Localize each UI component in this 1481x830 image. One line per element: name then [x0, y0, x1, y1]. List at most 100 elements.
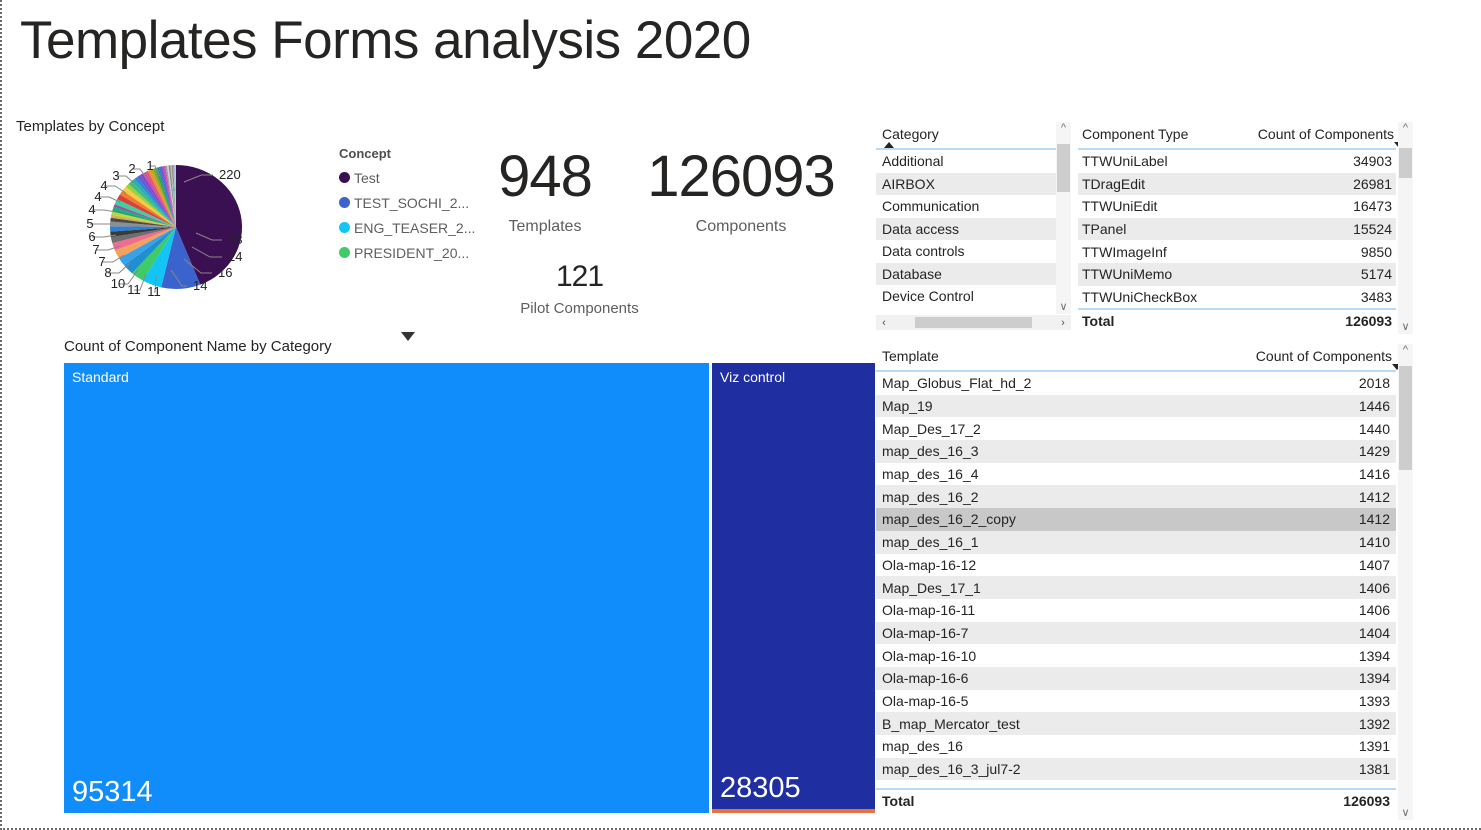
chevron-down-icon[interactable]: ∨	[1401, 807, 1409, 820]
table-row[interactable]: TTWUniLabel34903	[1078, 150, 1396, 173]
total-value: 126093	[1237, 313, 1392, 329]
chevron-up-icon[interactable]: ^	[1061, 122, 1066, 135]
template-table-total-row: Total 126093	[876, 788, 1396, 812]
chevron-up-icon[interactable]: ^	[1403, 122, 1408, 135]
scrollbar-thumb[interactable]	[1399, 366, 1412, 470]
scrollbar-thumb[interactable]	[915, 317, 1032, 328]
pie-chart[interactable]: 2204824161411111087765444321	[66, 140, 316, 315]
table-row[interactable]: TTWUniEdit16473	[1078, 195, 1396, 218]
table-row[interactable]: TTWImageInf9850	[1078, 240, 1396, 263]
table-row[interactable]: TTWUniCheckBox3483	[1078, 286, 1396, 309]
treemap-tile-standard[interactable]: Standard 95314	[64, 363, 709, 813]
template-count: 1406	[1237, 580, 1390, 596]
scrollbar-thumb[interactable]	[1399, 148, 1412, 178]
table-row[interactable]: map_des_16_2_copy1412	[876, 508, 1396, 531]
table-row[interactable]: TDragEdit26981	[1078, 173, 1396, 196]
template-count: 1407	[1237, 557, 1390, 573]
table-row[interactable]: map_des_16_11410	[876, 531, 1396, 554]
treemap-tile-viz-control[interactable]: Viz control 28305	[712, 363, 875, 813]
pie-data-label: 1	[146, 158, 153, 173]
component-type-name: TTWUniMemo	[1082, 266, 1237, 282]
component-rows[interactable]: TTWUniLabel34903TDragEdit26981TTWUniEdit…	[1078, 150, 1396, 308]
template-count: 1381	[1237, 761, 1390, 777]
table-row[interactable]: Ola-map-16-121407	[876, 554, 1396, 577]
table-row[interactable]: Map_Globus_Flat_hd_22018	[876, 372, 1396, 395]
category-name: Device Control	[882, 288, 1065, 304]
category-row[interactable]: AIRBOX	[876, 173, 1071, 196]
category-rows[interactable]: Additional AIRBOX CommunicationData access…	[876, 150, 1071, 308]
template-name: B_map_Mercator_test	[882, 716, 1237, 732]
table-row[interactable]: Map_Des_17_21440	[876, 417, 1396, 440]
table-row[interactable]: Ola-map-16-51393	[876, 690, 1396, 713]
column-header-count-of-components[interactable]: Count of Components	[1237, 348, 1392, 364]
table-row[interactable]: map_des_16_3_jul7-21381	[876, 758, 1396, 781]
page-title: Templates Forms analysis 2020	[20, 10, 751, 71]
column-header-category[interactable]: Category	[882, 126, 1065, 142]
kpi-label: Pilot Components	[492, 300, 667, 317]
category-horizontal-scrollbar[interactable]: ‹ ›	[876, 315, 1071, 330]
table-row[interactable]: Ola-map-16-101394	[876, 644, 1396, 667]
table-row[interactable]	[876, 780, 1396, 788]
template-table[interactable]: Template Count of Components Map_Globus_…	[876, 344, 1396, 820]
chevron-up-icon[interactable]: ^	[1403, 344, 1408, 357]
category-row[interactable]: Additional	[876, 150, 1071, 173]
column-header-template[interactable]: Template	[882, 348, 1237, 364]
template-rows[interactable]: Map_Globus_Flat_hd_22018Map_191446Map_De…	[876, 372, 1396, 788]
column-header-count-of-components[interactable]: Count of Components	[1237, 126, 1394, 142]
scrollbar-thumb[interactable]	[1057, 144, 1070, 192]
chevron-left-icon[interactable]: ‹	[876, 317, 892, 329]
pie-chart-svg[interactable]: 2204824161411111087765444321	[66, 140, 316, 315]
category-row[interactable]: Data access	[876, 218, 1071, 241]
component-table-total-row: Total 126093	[1078, 308, 1396, 332]
category-slicer-table[interactable]: Category AdditionalAIRBOXCommunicationDa…	[876, 122, 1071, 330]
pie-data-label: 3	[112, 168, 119, 183]
legend-item-eng-teaser[interactable]: ENG_TEASER_2...	[339, 215, 479, 240]
component-count: 9850	[1237, 244, 1392, 260]
pie-data-label: 14	[193, 278, 207, 293]
kpi-label: Components	[630, 218, 852, 236]
table-row[interactable]: Ola-map-16-111406	[876, 599, 1396, 622]
kpi-card-templates: 948 Templates	[480, 148, 610, 236]
category-row[interactable]: Communication	[876, 195, 1071, 218]
table-row[interactable]: map_des_16_21412	[876, 485, 1396, 508]
table-row[interactable]: Map_Des_17_11406	[876, 576, 1396, 599]
table-row[interactable]: Ola-map-16-61394	[876, 667, 1396, 690]
templates-by-concept-visual: Templates by Concept 2204824161411111087…	[16, 118, 476, 333]
table-row[interactable]: map_des_161391	[876, 735, 1396, 758]
template-vertical-scrollbar[interactable]: ^ ∨	[1398, 344, 1413, 820]
pie-data-label: 24	[228, 249, 242, 264]
chevron-down-icon[interactable]: ∨	[1059, 301, 1067, 314]
total-label: Total	[882, 793, 1237, 809]
component-count: 34903	[1237, 153, 1392, 169]
table-row[interactable]: TTWUniMemo5174	[1078, 263, 1396, 286]
category-vertical-scrollbar[interactable]: ^ ∨	[1056, 122, 1071, 314]
category-name: AIRBOX	[882, 176, 1065, 192]
kpi-label: Templates	[480, 218, 610, 236]
component-type-name: TPanel	[1082, 221, 1237, 237]
legend-item-president[interactable]: PRESIDENT_20...	[339, 240, 479, 265]
category-row[interactable]: Device Control	[876, 285, 1071, 308]
component-type-name: TTWUniEdit	[1082, 198, 1237, 214]
component-vertical-scrollbar[interactable]: ^ ∨	[1398, 122, 1413, 334]
category-row[interactable]: Database	[876, 263, 1071, 286]
table-row[interactable]: B_map_Mercator_test1392	[876, 712, 1396, 735]
chevron-down-icon[interactable]: ∨	[1401, 321, 1409, 334]
component-count: 26981	[1237, 176, 1392, 192]
template-name: map_des_16_4	[882, 466, 1237, 482]
table-row[interactable]: Map_191446	[876, 395, 1396, 418]
category-name: Data controls	[882, 243, 1065, 259]
table-row[interactable]: map_des_16_31429	[876, 440, 1396, 463]
component-type-table[interactable]: Component Type Count of Components TTWUn…	[1078, 122, 1396, 336]
component-count: 15524	[1237, 221, 1392, 237]
table-row[interactable]: TPanel15524	[1078, 218, 1396, 241]
template-count: 1394	[1237, 670, 1390, 686]
chevron-right-icon[interactable]: ›	[1055, 317, 1071, 329]
legend-item-test-sochi[interactable]: TEST_SOCHI_2...	[339, 190, 479, 215]
category-row[interactable]: Data controls	[876, 240, 1071, 263]
column-header-component-type[interactable]: Component Type	[1082, 126, 1237, 142]
table-row[interactable]: map_des_16_41416	[876, 463, 1396, 486]
pie-data-label: 2	[128, 161, 135, 176]
legend-item-test[interactable]: Test	[339, 165, 479, 190]
category-name: Additional	[882, 153, 1065, 169]
table-row[interactable]: Ola-map-16-71404	[876, 622, 1396, 645]
